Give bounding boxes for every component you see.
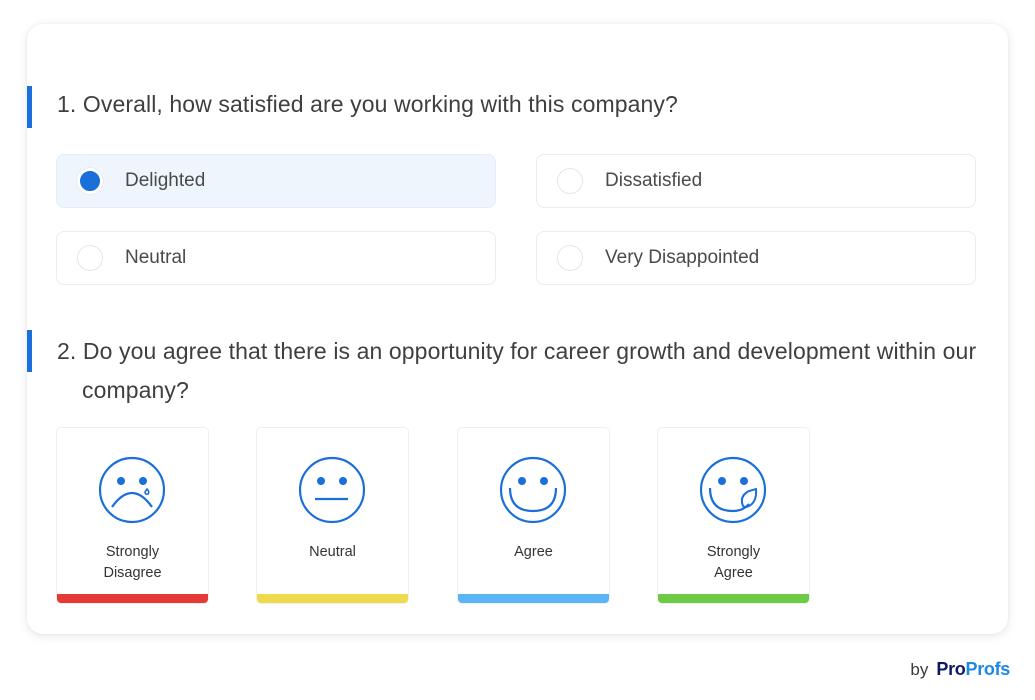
question-2-title: 2. Do you agree that there is an opportu…: [57, 338, 977, 403]
by-label: by: [910, 660, 929, 679]
option-label: Dissatisfied: [605, 170, 703, 191]
rating-color-bar: [458, 594, 609, 603]
proprofs-logo[interactable]: ProProfs: [936, 659, 1010, 679]
radio-button-selected[interactable]: [77, 168, 103, 194]
rating-color-bar: [257, 594, 408, 603]
rating-color-bar: [57, 594, 208, 603]
question-accent-bar: [27, 330, 32, 372]
option-label: Very Disappointed: [605, 247, 760, 268]
logo-part-pro: Pro: [936, 659, 966, 679]
option-label: Delighted: [125, 170, 206, 191]
option-very-disappointed[interactable]: Very Disappointed: [536, 231, 976, 285]
rating-neutral[interactable]: Neutral: [256, 427, 409, 604]
option-dissatisfied[interactable]: Dissatisfied: [536, 154, 976, 208]
rating-strongly-agree[interactable]: Strongly Agree: [657, 427, 810, 604]
radio-button[interactable]: [557, 168, 583, 194]
question-accent-bar: [27, 86, 32, 128]
radio-button[interactable]: [77, 245, 103, 271]
rating-color-bar: [658, 594, 809, 603]
survey-card: 1. Overall, how satisfied are you workin…: [27, 24, 1008, 634]
rating-label: Strongly Agree: [706, 544, 761, 581]
rating-strongly-disagree[interactable]: Strongly Disagree: [56, 427, 209, 604]
option-delighted[interactable]: Delighted: [56, 154, 496, 208]
smiling-face-icon: [499, 456, 567, 524]
option-label: Neutral: [125, 247, 187, 268]
option-neutral[interactable]: Neutral: [56, 231, 496, 285]
logo-part-profs: Profs: [965, 659, 1010, 679]
crying-face-icon: [98, 456, 166, 524]
radio-button[interactable]: [557, 245, 583, 271]
question-1-title: 1. Overall, how satisfied are you workin…: [57, 91, 678, 117]
rating-label: Neutral: [309, 544, 356, 560]
footer-branding: by ProProfs: [910, 659, 1010, 680]
tongue-out-face-icon: [699, 456, 767, 524]
rating-agree[interactable]: Agree: [457, 427, 610, 604]
neutral-face-icon: [298, 456, 366, 524]
rating-label: Strongly Disagree: [103, 544, 162, 581]
rating-label: Agree: [514, 544, 553, 560]
